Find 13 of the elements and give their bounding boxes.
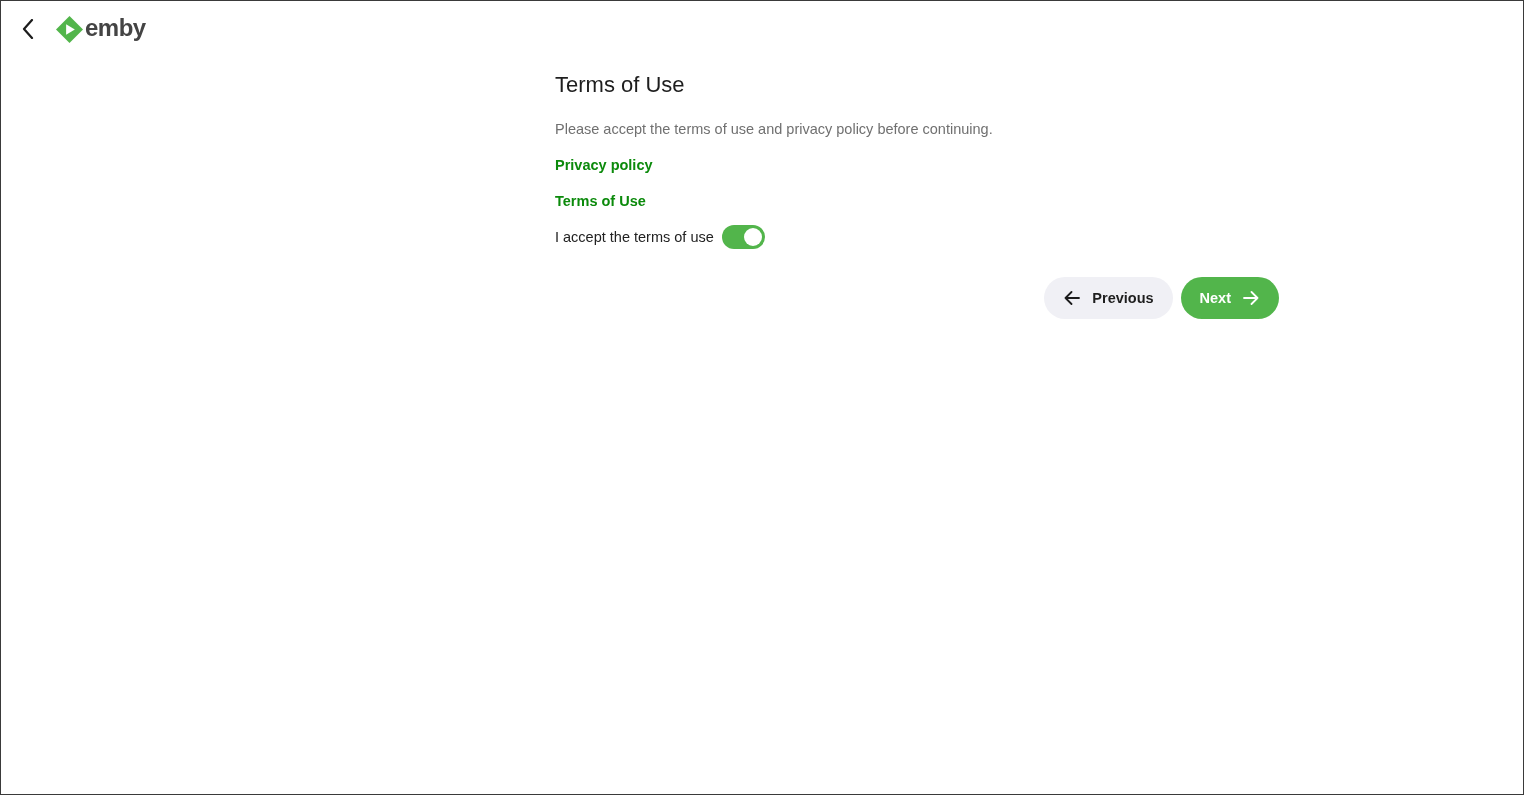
policy-link[interactable]: Privacy policy	[555, 155, 653, 175]
page-title: Terms of Use	[555, 71, 685, 99]
toggle-label: I accept the terms of use	[555, 229, 714, 245]
next-button[interactable]: Next	[1180, 277, 1279, 319]
logo-icon	[56, 15, 83, 43]
previous-button[interactable]: Previous	[1044, 277, 1173, 319]
arrow-left-icon	[1064, 291, 1081, 305]
arrow-right-icon	[1243, 291, 1259, 305]
chevron-left-icon	[22, 19, 34, 39]
accept-toggle[interactable]	[721, 225, 765, 249]
policy-link[interactable]: Terms of Use	[555, 191, 646, 211]
description-text: Please accept the terms of use and privacy policy before continuing.	[555, 120, 993, 139]
logo-text: emby	[85, 15, 146, 43]
